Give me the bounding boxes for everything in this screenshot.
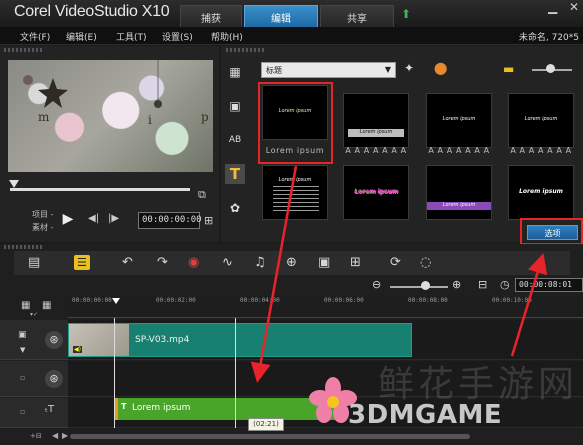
- arrow-to-title-clip: [250, 165, 298, 383]
- brand-watermark: 3DMGAME: [348, 400, 503, 430]
- arrow-to-options: [510, 253, 548, 357]
